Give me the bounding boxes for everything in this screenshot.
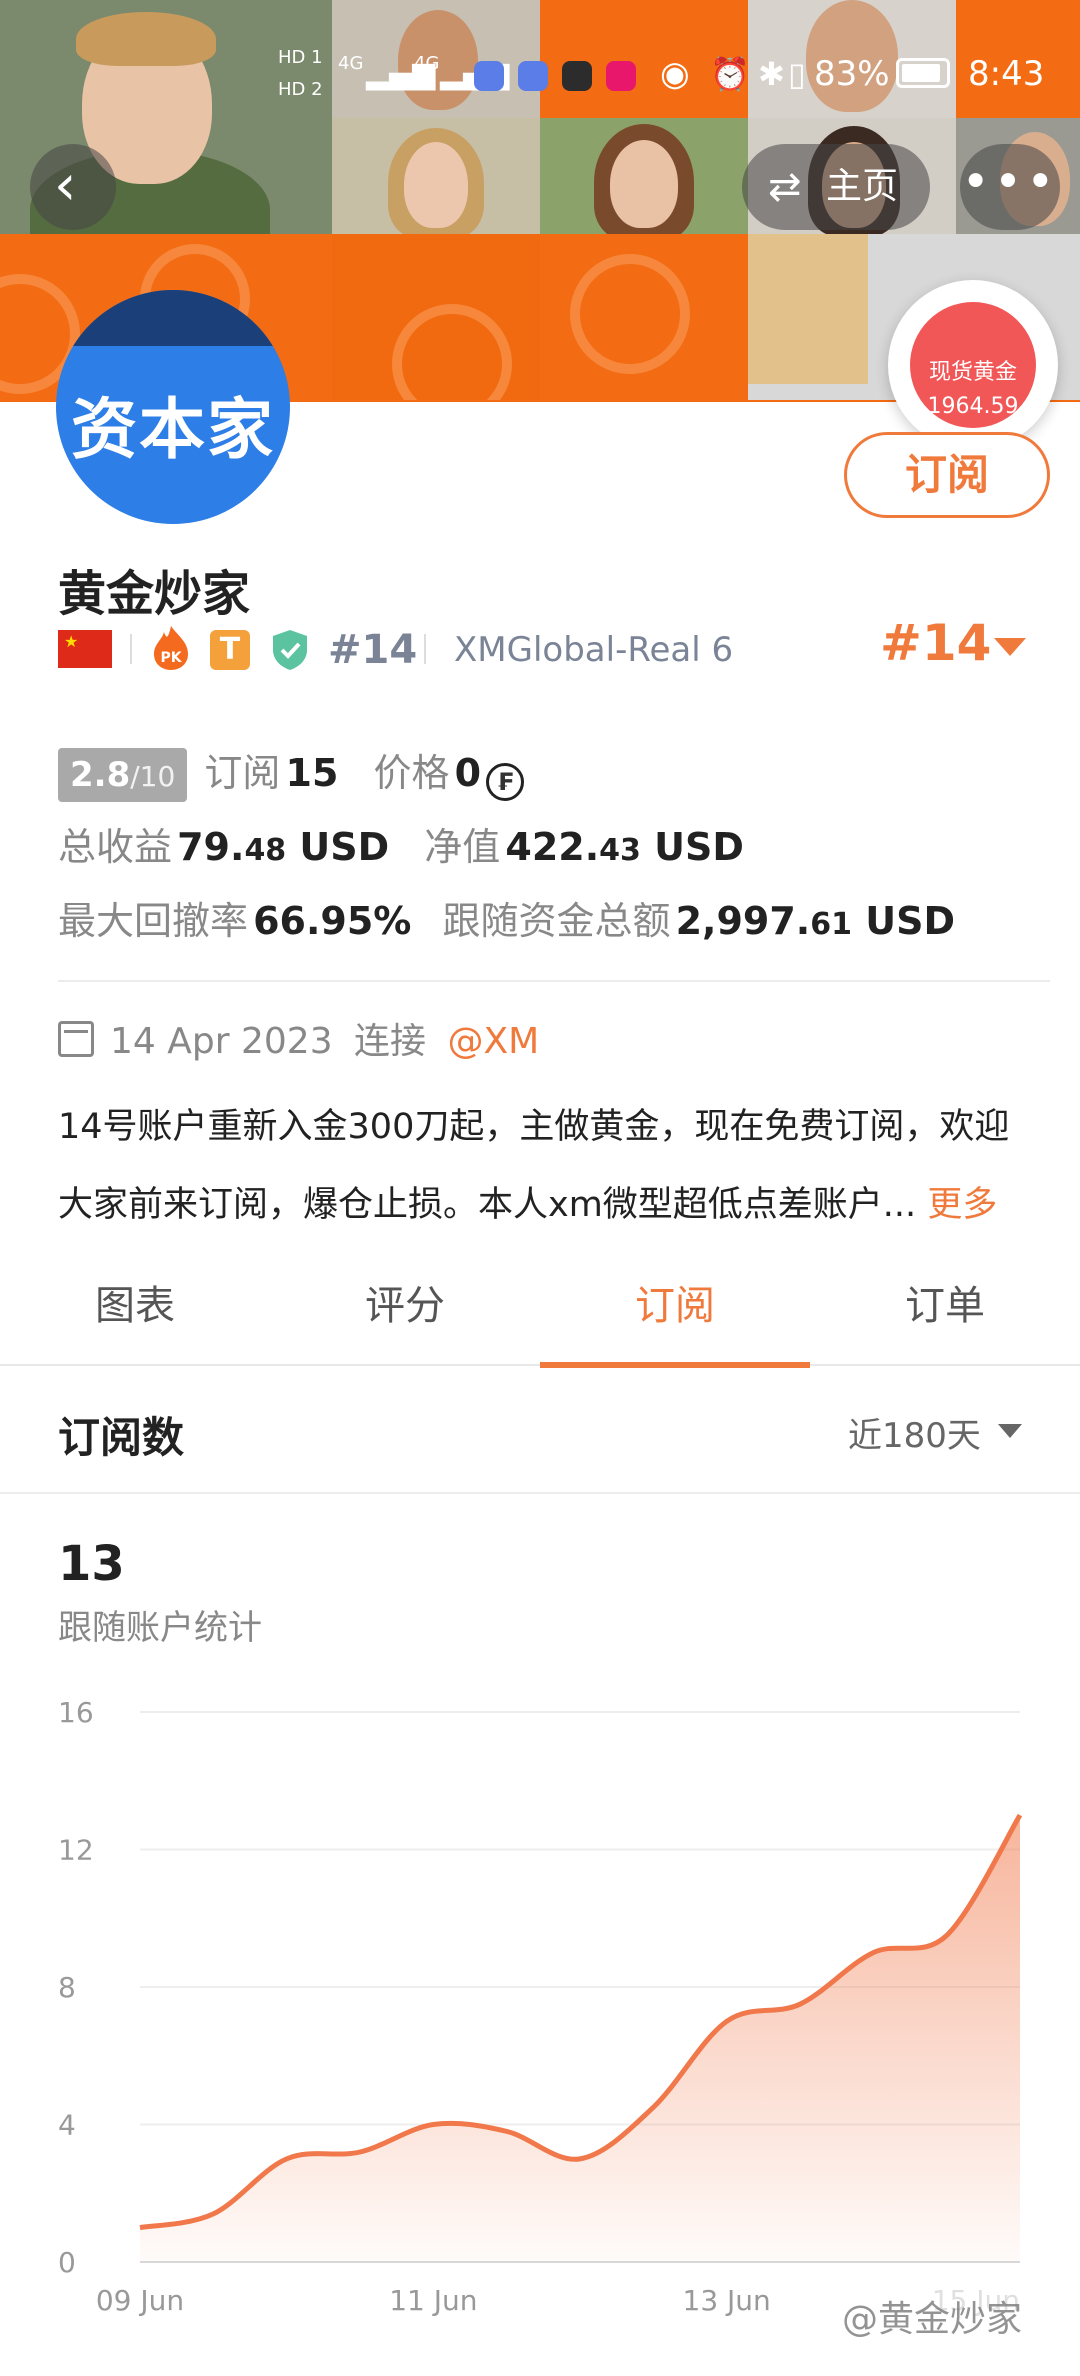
coin-icon: ₣ [486,762,525,801]
tab-orders[interactable]: 订单 [810,1260,1080,1366]
tab-chart[interactable]: 图表 [0,1260,270,1366]
gold-price: 1964.59 [927,394,1019,419]
total-profit-value: 79.48 USD [177,825,390,869]
gold-price-float[interactable]: 现货黄金 1964.59 [888,280,1058,450]
banner-pattern [540,234,748,400]
summary-label: 跟随账户统计 [58,1608,262,1648]
clock: 8:43 [968,54,1045,94]
subscribe-count-label: 订阅 [204,751,281,795]
description-line: 大家前来订阅，爆仓止损。本人xm微型超低点差账户... [58,1185,917,1225]
banner-photo [332,118,540,234]
stats-row-3: 最大回撤率 66.95% 跟随资金总额 2,997.61 USD [58,890,955,950]
home-button[interactable]: ⇄ 主页 [742,144,930,230]
gold-label: 现货黄金 [928,360,1017,385]
rank-dropdown[interactable]: #14 [880,614,991,672]
trader-name: 黄金炒家 [58,566,251,622]
drawdown-value: 66.95% [253,899,412,943]
back-button[interactable]: ‹ [30,144,116,230]
caret-down-icon[interactable] [994,638,1026,656]
battery-percent: 83% [814,54,890,94]
x-tick-label: 11 Jun [389,2284,477,2317]
account-name: XMGlobal-Real 6 [454,630,734,670]
calendar-icon [58,1021,94,1057]
subscribe-count: 15 [285,751,339,795]
watermark: @黄金炒家 [842,2299,1023,2340]
t-badge: T [210,630,250,670]
chevron-left-icon: ‹ [54,153,77,218]
stats-row-1: 2.8/10 订阅 15 价格 0 ₣ [58,742,525,802]
stats-row-2: 总收益 79.48 USD 净值 422.43 USD [58,816,744,876]
follow-funds-value: 2,997.61 USD [675,899,955,943]
rank-badge: #14 [328,627,418,673]
y-tick-label: 12 [58,1834,94,1867]
home-label: 主页 [826,166,899,207]
equity-value: 422.43 USD [505,825,744,869]
eye-icon: ◉ [660,54,690,94]
follow-funds-label: 跟随资金总额 [442,899,671,943]
range-dropdown[interactable]: 近180天 [848,1408,981,1457]
drawdown-label: 最大回撤率 [58,899,249,943]
total-profit-label: 总收益 [58,825,173,869]
badge-row: ★ PK T #14 XMGlobal-Real 6 [58,624,758,676]
pk-flame-icon: PK [154,626,188,670]
app-notification-icon [474,44,504,104]
shield-check-icon [273,630,307,670]
swap-arrows-icon: ⇄ [768,164,802,210]
description-line: 14号账户重新入金300刀起，主做黄金，现在免费订阅，欢迎 [58,1107,1010,1147]
network-type: 4G [338,53,364,74]
more-button[interactable]: ••• [960,144,1060,230]
app-notification-icon [606,44,636,104]
x-tick-label: 13 Jun [683,2284,771,2317]
y-tick-label: 0 [58,2246,76,2279]
avatar-text: 资本家 [71,391,275,468]
equity-label: 净值 [424,825,501,869]
sim-label: HD 1 [278,47,323,68]
section-header: 订阅数 近180天 [0,1368,1080,1494]
y-tick-label: 4 [58,2109,76,2142]
section-title: 订阅数 [58,1413,185,1462]
divider [58,980,1050,982]
description: 14号账户重新入金300刀起，主做黄金，现在免费订阅，欢迎 大家前来订阅，爆仓止… [58,1088,1038,1244]
broker-mention[interactable]: @XM [448,1021,540,1062]
app-notification-icon [562,44,592,104]
score-badge: 2.8/10 [58,748,188,802]
alarm-icon: ⏰ [710,55,750,93]
sim-label: HD 2 [278,79,323,100]
price-value: 0 [454,751,482,795]
connection-date: 14 Apr 2023 [110,1021,333,1062]
chart-area [140,1815,1020,2262]
banner-photo [540,118,748,234]
subscribers-chart: 0481216 09 Jun 11 Jun 13 Jun 15 Jun [58,1696,1023,2317]
tab-subscribe[interactable]: 订阅 [540,1260,810,1368]
caret-down-icon[interactable] [998,1424,1022,1438]
connection-label: 连接 [354,1021,427,1062]
price-label: 价格 [373,751,450,795]
tab-bar: 图表 评分 订阅 订单 [0,1260,1080,1368]
y-tick-label: 16 [58,1696,94,1729]
bluetooth-icon: ✱ [758,55,785,93]
connection-row: 14 Apr 2023 连接 @XM [58,1012,539,1064]
status-bar: HD 1 HD 2 4G ▂▄▆ 4G ▂▄▆ ◉ ⏰ ✱ ▯ 83% 8:43 [0,44,1080,104]
china-flag-icon: ★ [58,630,112,668]
tab-rating[interactable]: 评分 [270,1260,540,1366]
battery-icon [896,58,950,88]
svg-text:PK: PK [160,650,182,666]
banner-pattern [332,234,540,400]
app-notification-icon [518,44,548,104]
vibrate-icon: ▯ [788,55,806,93]
network-type-2: 4G [414,53,440,74]
more-link[interactable]: 更多 [927,1185,997,1225]
x-tick-label: 09 Jun [96,2284,184,2317]
avatar[interactable]: 资本家 [56,290,290,524]
y-tick-label: 8 [58,1971,76,2004]
summary-value: 13 [58,1536,125,1592]
ellipsis-icon: ••• [961,154,1059,210]
subscribe-button[interactable]: 订阅 [844,432,1050,518]
